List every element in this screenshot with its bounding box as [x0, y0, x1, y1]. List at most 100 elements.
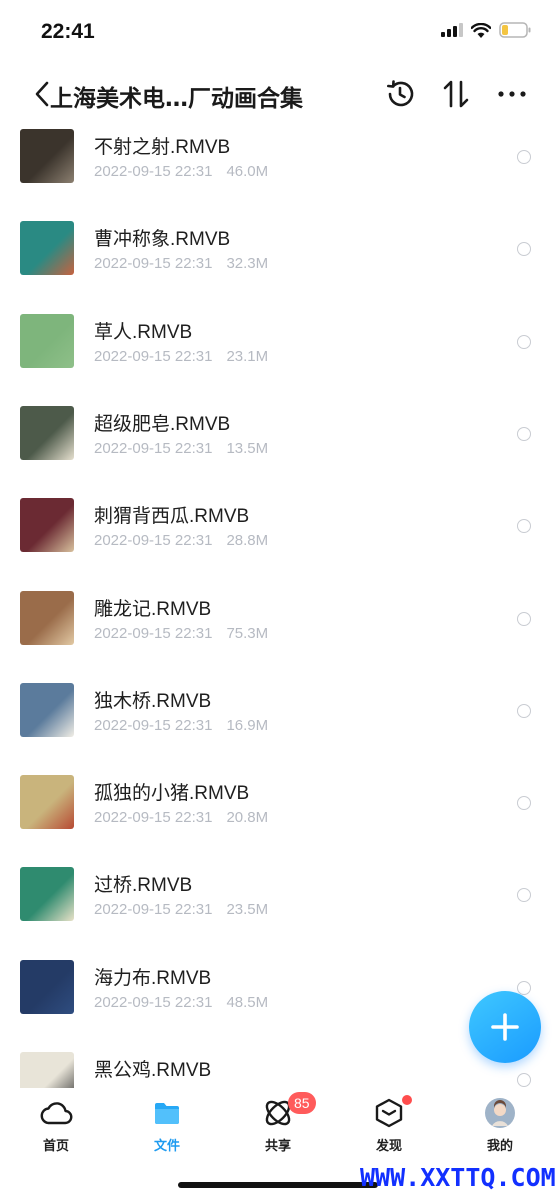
cube-icon — [375, 1098, 403, 1128]
file-size: 28.8M — [226, 532, 269, 550]
share-count-badge: 85 — [288, 1092, 316, 1114]
page-title: 上海美术电…厂动画合集 — [50, 86, 303, 112]
select-radio[interactable] — [517, 426, 531, 441]
select-radio[interactable] — [517, 888, 531, 903]
cellular-signal-icon — [441, 23, 463, 37]
file-date: 2022-09-15 22:31 — [94, 901, 213, 919]
file-size: 16.9M — [226, 716, 269, 734]
select-radio[interactable] — [517, 334, 531, 349]
file-meta: 2022-09-15 22:31 23.5M — [94, 901, 268, 918]
file-thumbnail — [20, 1052, 74, 1088]
tab-label: 发现 — [375, 1139, 402, 1154]
file-size: 23.1M — [226, 347, 269, 365]
wifi-icon — [471, 22, 491, 38]
file-name: 刺猬背西瓜.RMVB — [94, 506, 250, 528]
sort-icon — [443, 80, 469, 108]
more-button[interactable] — [494, 76, 530, 112]
file-thumbnail — [20, 405, 74, 460]
select-radio[interactable] — [517, 519, 531, 534]
file-name: 草人.RMVB — [94, 321, 193, 343]
header: 上海美术电…厂动画合集 — [0, 66, 555, 124]
home-indicator — [178, 1182, 378, 1188]
select-radio[interactable] — [517, 1073, 531, 1087]
file-thumbnail — [20, 682, 74, 737]
tab-discover[interactable]: 发现 — [349, 1096, 429, 1156]
file-name: 过桥.RMVB — [94, 875, 193, 897]
file-row[interactable]: 草人.RMVB 2022-09-15 22:31 23.1M — [0, 309, 555, 401]
select-radio[interactable] — [517, 980, 531, 995]
file-name: 超级肥皂.RMVB — [94, 413, 231, 435]
history-icon — [387, 80, 414, 107]
file-name: 海力布.RMVB — [94, 967, 212, 989]
select-radio[interactable] — [517, 703, 531, 718]
tab-home[interactable]: 首页 — [16, 1096, 96, 1156]
file-thumbnail — [20, 498, 74, 553]
file-thumbnail — [20, 590, 74, 645]
file-date: 2022-09-15 22:31 — [94, 255, 213, 273]
file-thumbnail — [20, 867, 74, 922]
sort-button[interactable] — [438, 76, 474, 112]
tab-label: 共享 — [264, 1139, 291, 1154]
plus-icon — [491, 1013, 519, 1041]
file-thumbnail — [20, 129, 74, 183]
cloud-icon — [40, 1102, 73, 1125]
file-date: 2022-09-15 22:31 — [94, 532, 213, 550]
file-date: 2022-09-15 22:31 — [94, 347, 213, 365]
file-date: 2022-09-15 22:31 — [94, 716, 213, 734]
file-size: 46.0M — [226, 163, 269, 180]
status-time: 22:41 — [41, 20, 95, 43]
file-name: 独木桥.RMVB — [94, 690, 212, 712]
file-row[interactable]: 过桥.RMVB 2022-09-15 22:31 23.5M — [0, 862, 555, 954]
select-radio[interactable] — [517, 611, 531, 626]
watermark: WWW.XXTTQ.COM — [360, 1163, 555, 1192]
file-name: 雕龙记.RMVB — [94, 598, 212, 620]
avatar — [485, 1098, 515, 1128]
file-size: 20.8M — [226, 809, 269, 827]
file-row[interactable]: 曹冲称象.RMVB 2022-09-15 22:31 32.3M — [0, 216, 555, 308]
tab-me[interactable]: 我的 — [460, 1096, 540, 1156]
file-size: 48.5M — [226, 993, 269, 1011]
file-name: 曹冲称象.RMVB — [94, 229, 231, 251]
file-meta: 2022-09-15 22:31 75.3M — [94, 625, 268, 642]
file-row[interactable]: 黑公鸡.RMVB — [0, 1047, 555, 1088]
file-thumbnail — [20, 313, 74, 368]
file-row[interactable]: 孤独的小猪.RMVB 2022-09-15 22:31 20.8M — [0, 770, 555, 862]
file-date: 2022-09-15 22:31 — [94, 439, 213, 457]
file-meta: 2022-09-15 22:31 13.5M — [94, 440, 268, 457]
file-size: 75.3M — [226, 624, 269, 642]
file-size: 32.3M — [226, 255, 269, 273]
file-thumbnail — [20, 959, 74, 1014]
file-name: 孤独的小猪.RMVB — [94, 783, 250, 805]
add-button[interactable] — [469, 991, 541, 1063]
history-button[interactable] — [382, 76, 418, 112]
discover-dot-badge — [402, 1095, 412, 1105]
file-date: 2022-09-15 22:31 — [94, 809, 213, 827]
file-meta: 2022-09-15 22:31 16.9M — [94, 717, 268, 734]
file-meta: 2022-09-15 22:31 20.8M — [94, 809, 268, 826]
folder-icon — [155, 1103, 179, 1124]
file-meta: 2022-09-15 22:31 23.1M — [94, 348, 268, 365]
tab-files[interactable]: 文件 — [127, 1096, 207, 1156]
file-size: 13.5M — [226, 439, 269, 457]
file-meta: 2022-09-15 22:31 48.5M — [94, 994, 268, 1011]
battery-icon — [499, 22, 531, 38]
status-icons — [441, 22, 531, 38]
file-row[interactable]: 独木桥.RMVB 2022-09-15 22:31 16.9M — [0, 678, 555, 770]
file-date: 2022-09-15 22:31 — [94, 163, 213, 180]
file-row[interactable]: 不射之射.RMVB 2022-09-15 22:31 46.0M — [0, 124, 555, 216]
file-size: 23.5M — [226, 901, 269, 919]
file-meta: 2022-09-15 22:31 32.3M — [94, 255, 268, 272]
file-row[interactable]: 超级肥皂.RMVB 2022-09-15 22:31 13.5M — [0, 401, 555, 493]
file-name: 黑公鸡.RMVB — [94, 1060, 212, 1081]
select-radio[interactable] — [517, 150, 531, 164]
file-thumbnail — [20, 775, 74, 830]
file-meta: 2022-09-15 22:31 28.8M — [94, 532, 268, 549]
file-row[interactable]: 刺猬背西瓜.RMVB 2022-09-15 22:31 28.8M — [0, 493, 555, 585]
file-list: 不射之射.RMVB 2022-09-15 22:31 46.0M 曹冲称象.RMV… — [0, 124, 555, 1088]
file-name: 不射之射.RMVB — [94, 137, 231, 158]
select-radio[interactable] — [517, 796, 531, 811]
tab-label: 首页 — [42, 1139, 69, 1154]
file-date: 2022-09-15 22:31 — [94, 624, 213, 642]
select-radio[interactable] — [517, 242, 531, 257]
file-row[interactable]: 雕龙记.RMVB 2022-09-15 22:31 75.3M — [0, 586, 555, 678]
